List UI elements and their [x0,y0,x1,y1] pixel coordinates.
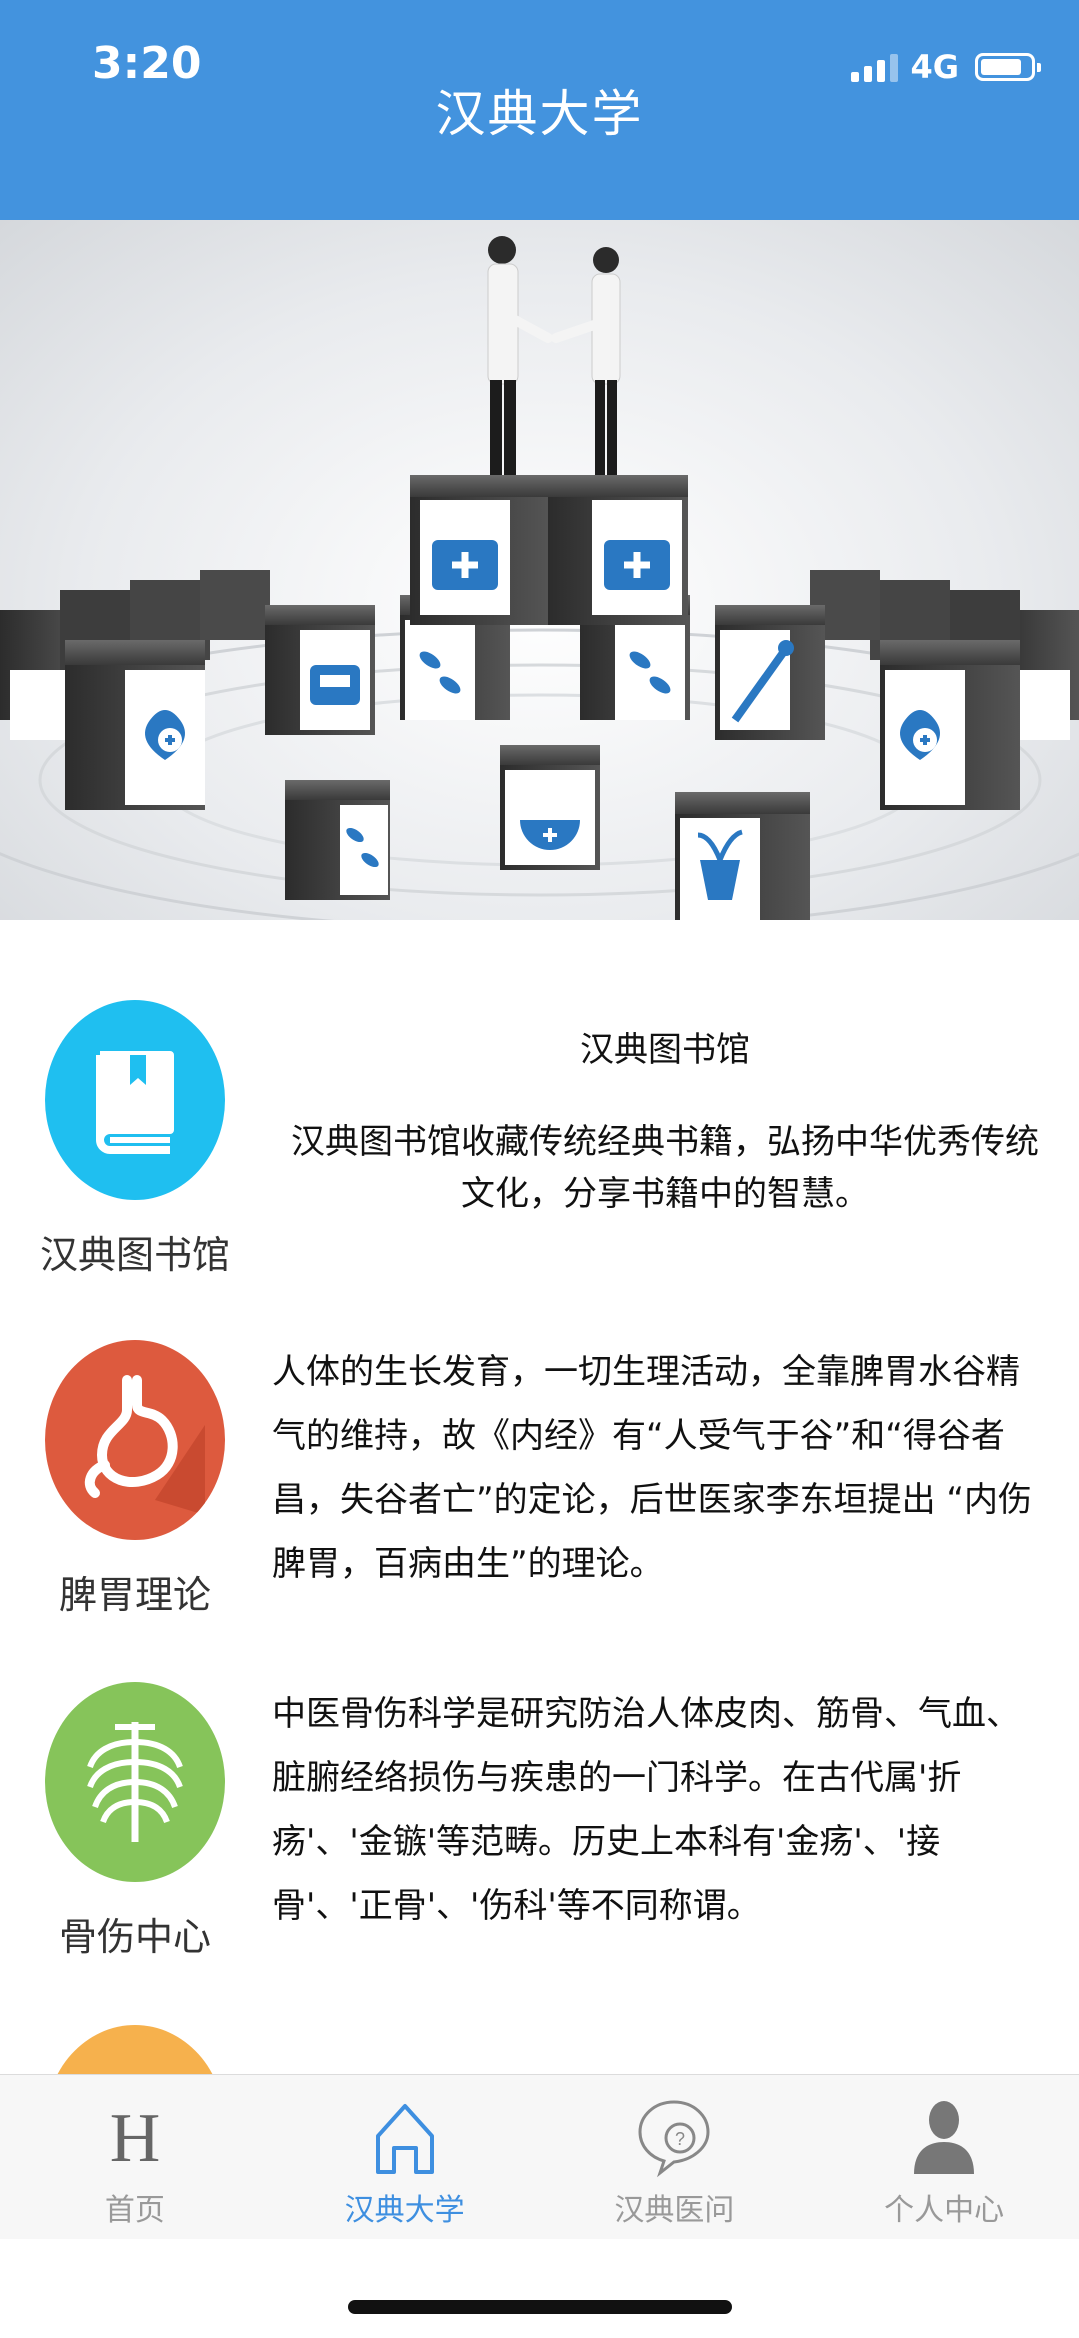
tab-consult-label: 汉典医问 [614,2193,735,2228]
tab-profile[interactable]: 个人中心 [809,2075,1079,2239]
section-spleen-stomach[interactable]: 脾胃理论 人体的生长发育，一切生理活动，全靠脾胃水谷精气的维持，故《内经》有“人… [0,1340,1079,1640]
tab-university-label: 汉典大学 [344,2193,465,2228]
library-title: 汉典图书馆 [580,1030,750,1070]
spleen-stomach-entry[interactable]: 脾胃理论 [30,1340,240,1619]
question-chat-icon: ? [626,2091,722,2181]
stomach-icon[interactable] [45,1340,225,1540]
tab-home-label: 首页 [104,2193,165,2228]
home-h-icon: H [87,2091,183,2181]
banner-image[interactable] [0,220,1079,920]
cube-pedestal [410,475,688,625]
library-text: 汉典图书馆 汉典图书馆收藏传统经典书籍，弘扬中华优秀传统文化，分享书籍中的智慧。 [285,1000,1045,1220]
svg-text:H: H [110,2101,161,2171]
person-icon [896,2091,992,2181]
app-screen: 3:20 4G 汉典大学 汉典图书馆 汉典图书馆 汉典图书馆收藏传统经典书籍，弘… [0,0,1079,2338]
library-entry[interactable]: 汉典图书馆 [30,1000,240,1279]
orthopedics-label: 骨伤中心 [58,1915,211,1959]
banner-illustration [0,236,1079,920]
library-label: 汉典图书馆 [39,1233,230,1277]
page-title: 汉典大学 [435,85,644,143]
bottom-tab-bar: H 首页 汉典大学 ? 汉典医问 个人中心 [0,2074,1079,2239]
section-library[interactable]: 汉典图书馆 汉典图书馆 汉典图书馆收藏传统经典书籍，弘扬中华优秀传统文化，分享书… [0,1000,1079,1300]
tab-profile-label: 个人中心 [884,2193,1005,2228]
house-icon [357,2091,453,2181]
spleen-stomach-label: 脾胃理论 [58,1573,211,1617]
tab-university[interactable]: 汉典大学 [270,2075,540,2239]
svg-text:?: ? [675,2129,685,2149]
book-icon[interactable] [45,1000,225,1200]
orthopedics-entry[interactable]: 骨伤中心 [30,1682,240,1961]
spleen-stomach-description: 人体的生长发育，一切生理活动，全靠脾胃水谷精气的维持，故《内经》有“人受气于谷”… [272,1352,1033,1584]
doctors-figures [487,236,621,475]
orthopedics-description: 中医骨伤科学是研究防治人体皮肉、筋骨、气血、脏腑经络损伤与疾患的一门科学。在古代… [272,1694,1020,1926]
tab-consult[interactable]: ? 汉典医问 [540,2075,810,2239]
tab-home[interactable]: H 首页 [0,2075,270,2239]
home-indicator[interactable] [348,2300,732,2314]
section-orthopedics[interactable]: 骨伤中心 中医骨伤科学是研究防治人体皮肉、筋骨、气血、脏腑经络损伤与疾患的一门科… [0,1682,1079,1982]
library-description: 汉典图书馆收藏传统经典书籍，弘扬中华优秀传统文化，分享书籍中的智慧。 [291,1122,1039,1214]
ribcage-icon[interactable] [45,1682,225,1882]
header-bar: 3:20 4G 汉典大学 [0,0,1079,220]
